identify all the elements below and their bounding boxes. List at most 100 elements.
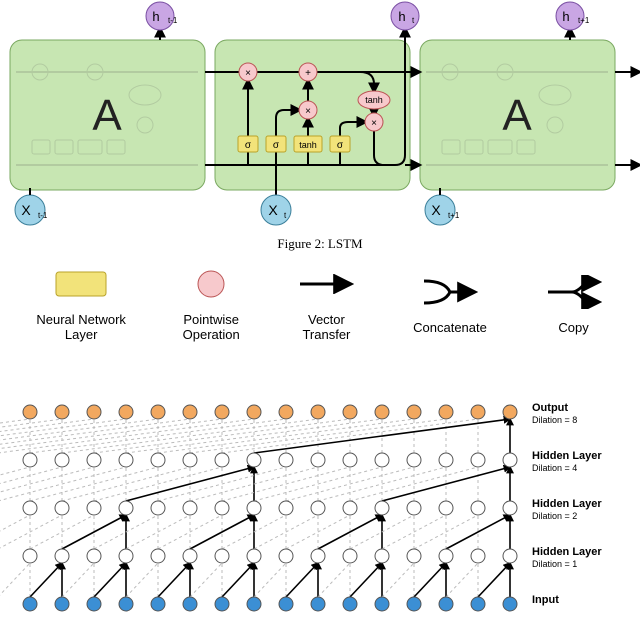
- legend-label: Neural Network Layer: [36, 312, 126, 342]
- wavenet-node: [183, 453, 197, 467]
- wavenet-edge: [0, 419, 158, 453]
- wavenet-node: [23, 453, 37, 467]
- wavenet-edge: [446, 563, 478, 597]
- wavenet-node: [375, 597, 389, 611]
- wavenet-edge: [318, 515, 382, 549]
- wavenet-edge: [446, 515, 510, 549]
- x-next-node: X t+1: [425, 188, 460, 225]
- wavenet-node: [439, 501, 453, 515]
- wavenet-node: [247, 597, 261, 611]
- wavenet-node: [183, 405, 197, 419]
- svg-text:tanh: tanh: [365, 95, 383, 105]
- wavenet-node: [471, 597, 485, 611]
- wavenet-edge: [318, 563, 350, 597]
- wavenet-node: [151, 549, 165, 563]
- wavenet-node: [439, 597, 453, 611]
- wavenet-edge: [0, 563, 30, 597]
- wavenet-edge: [254, 515, 318, 549]
- svg-text:σ: σ: [273, 140, 280, 151]
- wavenet-node: [247, 405, 261, 419]
- wavenet-node: [407, 453, 421, 467]
- wavenet-edge: [478, 563, 510, 597]
- wavenet-node: [87, 453, 101, 467]
- wavenet-edge: [286, 467, 414, 501]
- wavenet-node: [311, 597, 325, 611]
- wavenet-node: [87, 501, 101, 515]
- wavenet-node: [407, 597, 421, 611]
- wavenet-edge: [254, 467, 382, 501]
- wavenet-node: [55, 501, 69, 515]
- wavenet-edge: [62, 467, 190, 501]
- wavenet-edge: [94, 563, 126, 597]
- wavenet-layer-label: Hidden Layer: [532, 546, 602, 558]
- svg-text:×: ×: [371, 118, 377, 129]
- h-prev-node: h t-1: [146, 2, 178, 40]
- svg-text:h: h: [152, 9, 159, 24]
- svg-text:+: +: [305, 68, 311, 79]
- wavenet-node: [55, 453, 69, 467]
- wavenet-edge: [62, 515, 126, 549]
- svg-text:X: X: [431, 202, 441, 218]
- wavenet-edge: [126, 419, 382, 453]
- wavenet-node: [87, 549, 101, 563]
- legend-nn-layer: Neural Network Layer: [36, 266, 126, 342]
- legend-transfer: Vector Transfer: [296, 266, 356, 342]
- wavenet-node: [119, 501, 133, 515]
- svg-text:h: h: [398, 9, 405, 24]
- wavenet-node: [407, 501, 421, 515]
- legend-label: Copy: [558, 320, 588, 335]
- wavenet-edge: [382, 515, 446, 549]
- wavenet-edge: [30, 563, 62, 597]
- svg-text:t+1: t+1: [578, 16, 590, 25]
- wavenet-edge: [222, 467, 350, 501]
- wavenet-node: [503, 453, 517, 467]
- legend-label: Pointwise Operation: [183, 312, 240, 342]
- lstm-cell-label-left: A: [92, 91, 122, 140]
- wavenet-node: [439, 453, 453, 467]
- wavenet-layer-label: Dilation = 1: [532, 559, 577, 569]
- wavenet-node: [503, 597, 517, 611]
- wavenet-edge: [190, 515, 254, 549]
- wavenet-node: [311, 549, 325, 563]
- wavenet-node: [343, 405, 357, 419]
- wavenet-layer-label: Hidden Layer: [532, 450, 602, 462]
- wavenet-node: [119, 405, 133, 419]
- wavenet-node: [407, 405, 421, 419]
- wavenet-node: [183, 597, 197, 611]
- wavenet-node: [23, 597, 37, 611]
- wavenet-node: [311, 405, 325, 419]
- svg-text:X: X: [21, 202, 31, 218]
- wavenet-node: [55, 549, 69, 563]
- wavenet-node: [439, 405, 453, 419]
- legend-pointwise: Pointwise Operation: [183, 266, 240, 342]
- wavenet-node: [375, 549, 389, 563]
- wavenet-layer-label: Output: [532, 402, 568, 414]
- wavenet-edge: [254, 419, 510, 453]
- wavenet-edge: [0, 419, 94, 453]
- wavenet-edge: [158, 467, 286, 501]
- wavenet-node: [23, 549, 37, 563]
- wavenet-node: [471, 549, 485, 563]
- legend-concat: Concatenate: [413, 274, 487, 335]
- wavenet-edge: [254, 563, 286, 597]
- wavenet-node: [55, 597, 69, 611]
- lstm-figure: A A: [0, 0, 640, 230]
- wavenet-node: [375, 501, 389, 515]
- wavenet-node: [151, 597, 165, 611]
- wavenet-node: [151, 405, 165, 419]
- svg-text:X: X: [268, 202, 278, 218]
- wavenet-node: [119, 597, 133, 611]
- x-t-node: X t: [261, 195, 291, 225]
- wavenet-node: [215, 453, 229, 467]
- wavenet-node: [343, 453, 357, 467]
- wavenet-node: [151, 453, 165, 467]
- wavenet-edge: [62, 419, 318, 453]
- wavenet-node: [247, 549, 261, 563]
- wavenet-edge: [30, 419, 286, 453]
- svg-text:×: ×: [245, 68, 251, 79]
- wavenet-edge: [190, 563, 222, 597]
- wavenet-layer-label: Hidden Layer: [532, 498, 602, 510]
- wavenet-layer-label: Dilation = 4: [532, 463, 577, 473]
- wavenet-node: [87, 405, 101, 419]
- wavenet-node: [343, 501, 357, 515]
